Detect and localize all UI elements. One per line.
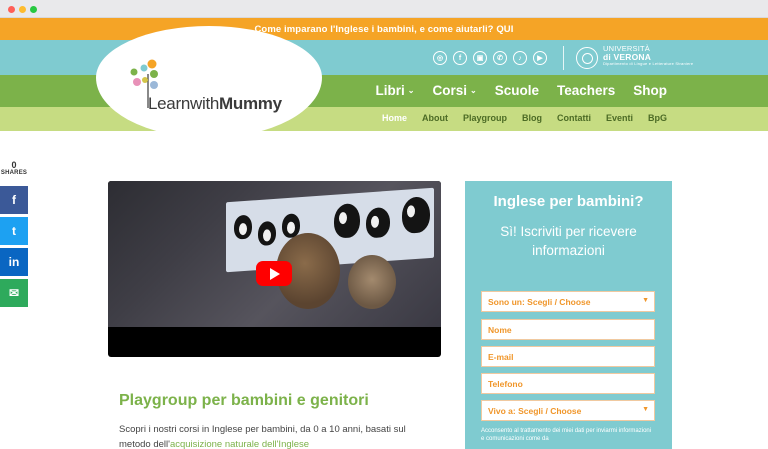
city-select-value: Vivo a: Scegli / Choose bbox=[488, 405, 582, 416]
video-player[interactable] bbox=[108, 181, 441, 357]
university-logo[interactable]: UNIVERSITÀ di VERONA Dipartimento di Lin… bbox=[603, 45, 694, 67]
browser-titlebar bbox=[0, 0, 768, 18]
share-email-button[interactable]: ✉ bbox=[0, 279, 28, 307]
play-button[interactable] bbox=[256, 261, 292, 286]
role-select[interactable]: Sono un: Scegli / Choose ▼ bbox=[481, 291, 655, 312]
main-nav-corsi[interactable]: Corsi ⌄ bbox=[432, 83, 476, 98]
share-twitter-button[interactable]: t bbox=[0, 217, 28, 245]
share-count-number: 0 bbox=[11, 160, 17, 170]
chevron-down-icon: ▼ bbox=[642, 406, 649, 413]
penguin-illustration bbox=[258, 220, 276, 247]
maximize-window-icon[interactable] bbox=[30, 6, 37, 13]
penguin-illustration bbox=[234, 214, 252, 240]
university-line2: di VERONA bbox=[603, 52, 652, 62]
facebook-icon: f bbox=[12, 193, 16, 207]
name-placeholder: Nome bbox=[488, 324, 512, 335]
natural-acquisition-link[interactable]: acquisizione naturale dell'Inglese bbox=[170, 439, 309, 449]
university-line3: Dipartimento di Lingue e Letterature Str… bbox=[603, 61, 694, 66]
play-icon bbox=[270, 267, 280, 280]
chevron-down-icon: ⌄ bbox=[469, 86, 477, 95]
role-select-value: Sono un: Scegli / Choose bbox=[488, 296, 591, 307]
facebook-icon[interactable]: f bbox=[453, 51, 467, 65]
phone-placeholder: Telefono bbox=[488, 378, 523, 389]
logo-word-with: with bbox=[189, 94, 220, 113]
chevron-down-icon: ⌄ bbox=[407, 86, 415, 95]
youtube-icon[interactable]: ▶ bbox=[533, 51, 547, 65]
sub-nav-about[interactable]: About bbox=[422, 113, 448, 123]
logo-word-mummy: Mummy bbox=[219, 94, 282, 113]
sub-nav-blog[interactable]: Blog bbox=[522, 113, 542, 123]
share-count-label: SHARES bbox=[0, 170, 28, 176]
signup-form: Inglese per bambini? Sì! Iscriviti per r… bbox=[465, 181, 672, 449]
social-links: ◎ f ▣ ✆ ♪ ▶ bbox=[433, 51, 547, 65]
form-title: Inglese per bambini? bbox=[493, 193, 644, 210]
email-icon: ✉ bbox=[8, 286, 20, 300]
sub-nav-home[interactable]: Home bbox=[382, 113, 407, 123]
intro-paragraph: Scopri i nostri corsi in Inglese per bam… bbox=[119, 422, 429, 449]
sub-nav-contatti[interactable]: Contatti bbox=[557, 113, 591, 123]
logo-wordmark[interactable]: LearnwithMummy bbox=[148, 94, 282, 114]
child-figure bbox=[348, 255, 396, 309]
announcement-bar[interactable]: Come imparano l'Inglese i bambini, e com… bbox=[0, 18, 768, 40]
main-nav-libri[interactable]: Libri ⌄ bbox=[376, 83, 415, 98]
sub-nav-playgroup[interactable]: Playgroup bbox=[463, 113, 507, 123]
video-thumbnail bbox=[108, 181, 441, 327]
sub-nav: Home About Playgroup Blog Contatti Event… bbox=[382, 113, 667, 123]
email-placeholder: E-mail bbox=[488, 351, 514, 362]
university-seal-icon[interactable] bbox=[576, 47, 598, 69]
section-heading: Playgroup per bambini e genitori bbox=[119, 392, 369, 409]
phone-icon[interactable]: ✆ bbox=[493, 51, 507, 65]
logo-word-learn: Learn bbox=[148, 94, 190, 113]
sub-nav-eventi[interactable]: Eventi bbox=[606, 113, 633, 123]
main-nav-label: Libri bbox=[375, 83, 405, 98]
tiktok-icon[interactable]: ♪ bbox=[513, 51, 527, 65]
sub-nav-bpg[interactable]: BpG bbox=[648, 113, 667, 123]
share-linkedin-button[interactable]: in bbox=[0, 248, 28, 276]
name-input[interactable]: Nome bbox=[481, 319, 655, 340]
penguin-illustration bbox=[366, 206, 390, 239]
main-nav-scuole[interactable]: Scuole bbox=[495, 83, 539, 98]
consent-text: Acconsento al trattamento dei miei dati … bbox=[481, 428, 652, 442]
share-counter: 0 SHARES bbox=[0, 160, 28, 176]
instagram-icon[interactable]: ▣ bbox=[473, 51, 487, 65]
chevron-down-icon: ▼ bbox=[642, 297, 649, 304]
main-nav-label: Corsi bbox=[432, 83, 467, 98]
email-input[interactable]: E-mail bbox=[481, 346, 655, 367]
city-select[interactable]: Vivo a: Scegli / Choose ▼ bbox=[481, 400, 655, 421]
close-window-icon[interactable] bbox=[8, 6, 15, 13]
penguin-illustration bbox=[334, 202, 360, 239]
main-nav: Libri ⌄ Corsi ⌄ Scuole Teachers Shop bbox=[376, 83, 667, 98]
form-subtitle: Sì! Iscriviti per ricevere informazioni bbox=[500, 224, 637, 258]
main-nav-shop[interactable]: Shop bbox=[633, 83, 667, 98]
announcement-text[interactable]: Come imparano l'Inglese i bambini, e com… bbox=[254, 24, 513, 35]
minimize-window-icon[interactable] bbox=[19, 6, 26, 13]
main-nav-teachers[interactable]: Teachers bbox=[557, 83, 615, 98]
twitter-icon: t bbox=[12, 224, 16, 238]
penguin-illustration bbox=[402, 196, 430, 234]
instagram-icon[interactable]: ◎ bbox=[433, 51, 447, 65]
share-facebook-button[interactable]: f bbox=[0, 186, 28, 214]
linkedin-icon: in bbox=[8, 255, 20, 269]
header-divider bbox=[563, 46, 564, 70]
phone-input[interactable]: Telefono bbox=[481, 373, 655, 394]
